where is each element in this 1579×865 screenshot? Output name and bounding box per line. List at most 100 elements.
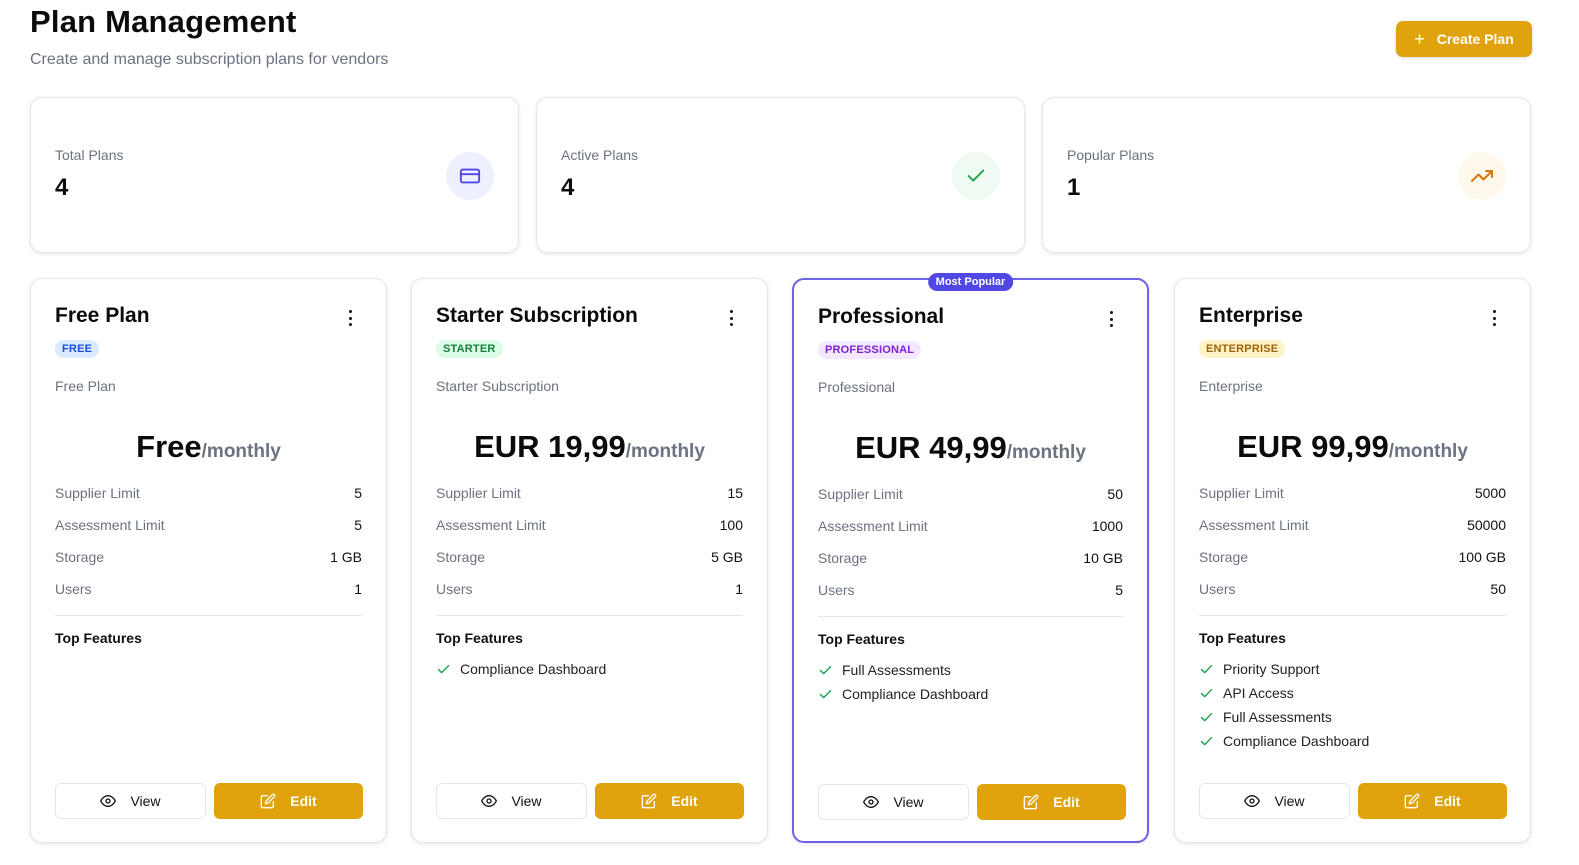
stat-value: 4 (561, 174, 575, 201)
check-icon (952, 152, 1000, 200)
feature-item: API Access (1199, 681, 1506, 705)
feature-item: Priority Support (1199, 657, 1506, 681)
page-title: Plan Management (30, 4, 297, 39)
feature-label: API Access (1223, 685, 1294, 701)
plan-price: EUR 49,99/monthly (794, 430, 1147, 466)
plan-description: Professional (818, 379, 896, 395)
more-options-icon[interactable] (1109, 311, 1113, 327)
check-icon (1199, 686, 1214, 701)
edit-label: Edit (290, 793, 317, 809)
eye-icon (863, 794, 880, 810)
tier-badge: FREE (55, 340, 100, 358)
edit-button[interactable]: Edit (214, 783, 363, 819)
eye-icon (1244, 793, 1261, 809)
check-icon (1199, 710, 1214, 725)
check-icon (436, 662, 451, 677)
feature-label: Compliance Dashboard (460, 661, 607, 677)
edit-button[interactable]: Edit (1358, 783, 1507, 819)
limit-value: 100 GB (1458, 549, 1506, 565)
limit-label: Assessment Limit (818, 518, 928, 534)
limit-value: 5 (1115, 582, 1123, 598)
stat-card: Active Plans 4 (536, 97, 1025, 253)
stat-value: 4 (55, 174, 69, 201)
view-label: View (1274, 793, 1305, 809)
limit-row-users: Users 50 (1199, 581, 1506, 613)
price-period: /monthly (201, 441, 281, 462)
features-title: Top Features (1199, 630, 1286, 646)
limit-row-supplier: Supplier Limit 5000 (1199, 485, 1506, 517)
stat-card: Popular Plans 1 (1042, 97, 1531, 253)
limit-row-supplier: Supplier Limit 15 (436, 485, 743, 517)
limit-value: 100 (719, 517, 743, 533)
most-popular-badge: Most Popular (927, 273, 1014, 291)
divider (436, 615, 743, 616)
eye-icon (481, 793, 498, 809)
more-options-icon[interactable] (348, 310, 352, 326)
feature-label: Full Assessments (1223, 709, 1332, 725)
more-options-icon[interactable] (1492, 310, 1496, 326)
feature-item: Compliance Dashboard (436, 657, 743, 681)
create-plan-label: Create Plan (1436, 31, 1514, 47)
plan-name: Free Plan (55, 304, 150, 327)
limit-value: 50000 (1467, 517, 1506, 533)
eye-icon (100, 793, 117, 809)
trending-up-icon (1458, 152, 1506, 200)
price-period: /monthly (1388, 441, 1468, 462)
feature-item: Full Assessments (1199, 705, 1506, 729)
limit-label: Storage (1199, 549, 1249, 565)
features-title: Top Features (818, 631, 905, 647)
limit-label: Assessment Limit (1199, 517, 1309, 533)
edit-button[interactable]: Edit (595, 783, 744, 819)
limit-row-assessment: Assessment Limit 1000 (818, 518, 1123, 550)
edit-button[interactable]: Edit (977, 784, 1126, 820)
tier-badge: ENTERPRISE (1199, 340, 1286, 358)
create-plan-button[interactable]: + Create Plan (1396, 21, 1532, 57)
limit-label: Supplier Limit (818, 486, 903, 502)
price-period: /monthly (1006, 442, 1086, 463)
limit-row-assessment: Assessment Limit 100 (436, 517, 743, 549)
plan-description: Free Plan (55, 378, 116, 394)
tier-badge: STARTER (436, 340, 503, 358)
price-period: /monthly (625, 441, 705, 462)
view-button[interactable]: View (818, 784, 969, 820)
limit-value: 1 (354, 581, 362, 597)
more-options-icon[interactable] (729, 310, 733, 326)
limit-label: Users (1199, 581, 1236, 597)
features-list: Full Assessments Compliance Dashboard (818, 658, 1123, 706)
limit-value: 50 (1107, 486, 1123, 502)
limit-label: Storage (436, 549, 486, 565)
limit-label: Storage (818, 550, 868, 566)
divider (818, 616, 1123, 617)
limit-value: 1000 (1091, 518, 1123, 534)
limit-row-users: Users 5 (818, 582, 1123, 614)
feature-item: Compliance Dashboard (1199, 729, 1506, 753)
plan-price: EUR 99,99/monthly (1175, 429, 1530, 465)
view-label: View (511, 793, 542, 809)
edit-icon (260, 793, 276, 809)
plan-card: Starter Subscription STARTER Starter Sub… (411, 278, 768, 843)
plan-limits: Supplier Limit 5000 Assessment Limit 500… (1199, 485, 1506, 613)
limit-label: Supplier Limit (1199, 485, 1284, 501)
edit-label: Edit (671, 793, 698, 809)
view-label: View (130, 793, 161, 809)
plan-card: Free Plan FREE Free Plan Free/monthly Su… (30, 278, 387, 843)
feature-item: Compliance Dashboard (818, 682, 1123, 706)
limit-row-supplier: Supplier Limit 50 (818, 486, 1123, 518)
plan-limits: Supplier Limit 5 Assessment Limit 5 Stor… (55, 485, 362, 613)
limit-label: Users (55, 581, 92, 597)
view-button[interactable]: View (1199, 783, 1350, 819)
divider (55, 615, 362, 616)
view-button[interactable]: View (436, 783, 587, 819)
limit-value: 1 GB (330, 549, 362, 565)
view-button[interactable]: View (55, 783, 206, 819)
features-title: Top Features (55, 630, 142, 646)
limit-row-storage: Storage 5 GB (436, 549, 743, 581)
plan-price: Free/monthly (31, 429, 386, 465)
limit-label: Storage (55, 549, 105, 565)
plan-name: Professional (818, 305, 945, 328)
plus-icon: + (1414, 29, 1425, 49)
limit-label: Assessment Limit (55, 517, 165, 533)
limit-row-supplier: Supplier Limit 5 (55, 485, 362, 517)
page-subtitle: Create and manage subscription plans for… (30, 51, 389, 68)
plan-description: Starter Subscription (436, 378, 559, 394)
